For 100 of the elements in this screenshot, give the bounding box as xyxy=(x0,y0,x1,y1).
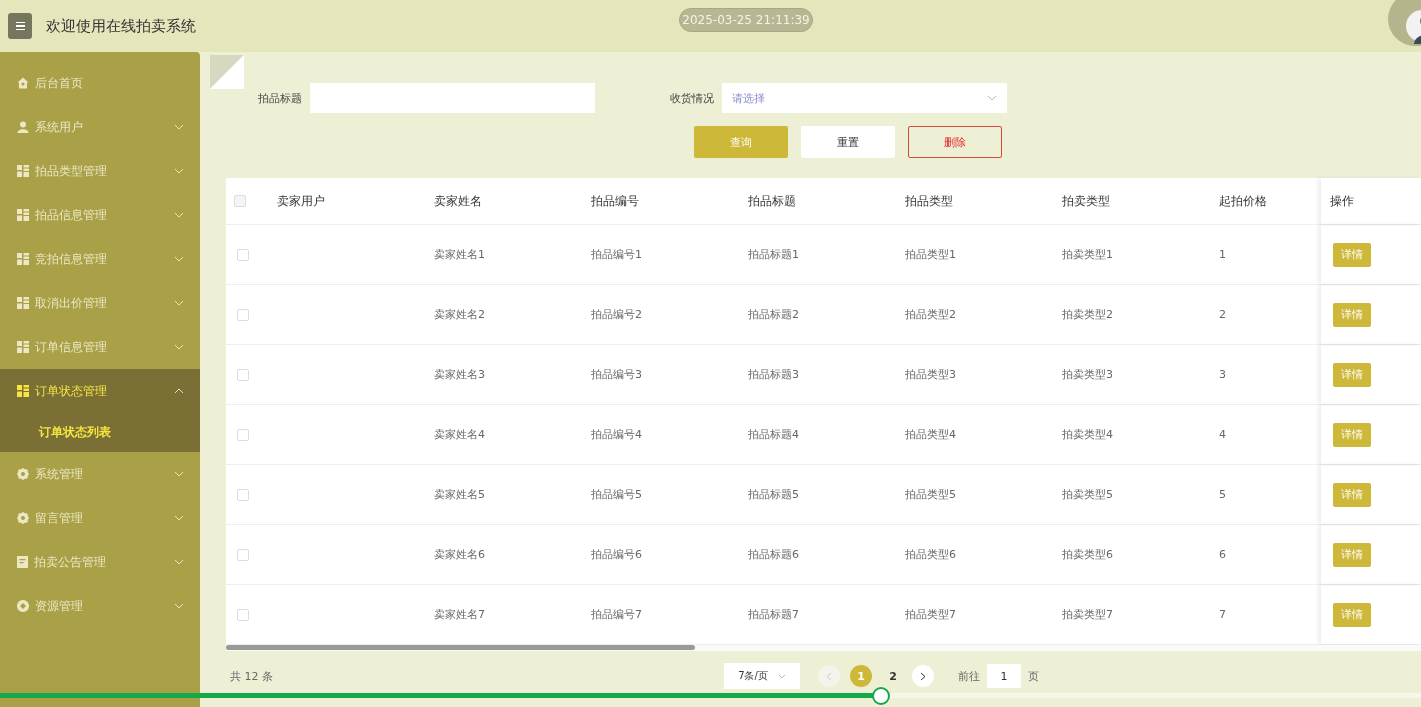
table-cell-text: 拍品标题4 xyxy=(747,427,800,442)
app-title: 欢迎使用在线拍卖系统 xyxy=(46,16,196,36)
row-checkbox[interactable] xyxy=(237,608,249,621)
sidebar-item[interactable]: 留言管理 xyxy=(0,496,200,540)
table-cell-text: 卖家姓名6 xyxy=(433,547,486,562)
detail-button[interactable]: 详情 xyxy=(1333,302,1371,327)
reset-button[interactable]: 重置 xyxy=(801,126,895,158)
table-cell-text: 拍品类型6 xyxy=(904,547,957,562)
chevron-down-icon xyxy=(174,515,184,521)
row-checkbox[interactable] xyxy=(237,248,249,261)
table-cell-text: 拍品标题6 xyxy=(747,547,800,562)
table-cell-text: 拍品编号2 xyxy=(590,307,643,322)
row-checkbox[interactable] xyxy=(237,308,249,321)
chevron-down-icon xyxy=(987,95,997,101)
prev-page-button[interactable] xyxy=(818,665,840,687)
filter-label: 收货情况 xyxy=(670,90,714,106)
page-corner-icon xyxy=(210,55,244,89)
table-cell-text: 5 xyxy=(1218,488,1227,501)
scrollbar-thumb[interactable] xyxy=(226,645,695,650)
table-cell-text: 拍品标题7 xyxy=(747,607,800,622)
detail-button[interactable]: 详情 xyxy=(1333,482,1371,507)
home-icon xyxy=(17,77,29,89)
column-header: 拍卖类型 xyxy=(1061,192,1111,210)
page-input[interactable]: 1 xyxy=(987,664,1021,688)
search-button[interactable]: 查询 xyxy=(694,126,788,158)
detail-button[interactable]: 详情 xyxy=(1333,242,1371,267)
sidebar-item[interactable]: 拍卖公告管理 xyxy=(0,540,200,584)
page-button[interactable]: 2 xyxy=(882,665,904,687)
sidebar-item[interactable]: 拍品信息管理 xyxy=(0,193,200,237)
table-cell-text: 拍品标题1 xyxy=(747,247,800,262)
table-cell-text: 2 xyxy=(1218,308,1227,321)
sidebar-item[interactable]: 订单状态管理 xyxy=(0,369,200,413)
table-cell-text: 卖家姓名3 xyxy=(433,367,486,382)
sidebar-item[interactable]: 订单信息管理 xyxy=(0,325,200,369)
grid-icon xyxy=(17,253,29,265)
total-count: 共 12 条 xyxy=(230,668,274,684)
table-cell-text: 6 xyxy=(1218,548,1227,561)
table-cell-text: 拍品编号4 xyxy=(590,427,643,442)
table-cell-text: 拍品类型4 xyxy=(904,427,957,442)
page-suffix: 页 xyxy=(1028,668,1039,684)
sidebar-item[interactable]: 竞拍信息管理 xyxy=(0,237,200,281)
table-cell-text: 拍品标题3 xyxy=(747,367,800,382)
sidebar-subitem[interactable]: 订单状态列表 xyxy=(0,413,200,452)
row-checkbox[interactable] xyxy=(237,548,249,561)
sidebar-item[interactable]: 资源管理 xyxy=(0,584,200,628)
column-header: 卖家姓名 xyxy=(433,192,483,210)
table-cell-text: 1 xyxy=(1218,248,1227,261)
page-size-select[interactable]: 7条/页 xyxy=(724,663,800,689)
sidebar-item[interactable]: 取消出价管理 xyxy=(0,281,200,325)
detail-button[interactable]: 详情 xyxy=(1333,422,1371,447)
chevron-left-icon xyxy=(826,671,832,681)
chevron-down-icon xyxy=(174,471,184,477)
page-button[interactable]: 1 xyxy=(850,665,872,687)
table-cell-text: 拍品类型2 xyxy=(904,307,957,322)
table-cell-text: 拍品标题2 xyxy=(747,307,800,322)
row-checkbox[interactable] xyxy=(237,368,249,381)
table-cell-text: 拍品编号6 xyxy=(590,547,643,562)
row-checkbox[interactable] xyxy=(237,488,249,501)
select-field[interactable]: 请选择 xyxy=(722,83,1007,113)
select-all-checkbox[interactable] xyxy=(234,195,246,207)
detail-button[interactable]: 详情 xyxy=(1333,542,1371,567)
menu-button[interactable] xyxy=(8,13,32,39)
gear-icon xyxy=(17,468,29,480)
table-cell-text: 拍品类型5 xyxy=(904,487,957,502)
table-cell-text: 拍卖类型6 xyxy=(1061,547,1114,562)
delete-button[interactable]: 删除 xyxy=(908,126,1002,158)
next-page-button[interactable] xyxy=(912,665,934,687)
column-header: 拍品编号 xyxy=(590,192,640,210)
row-checkbox[interactable] xyxy=(237,428,249,441)
chevron-down-icon xyxy=(174,603,184,609)
chevron-right-icon xyxy=(920,671,926,681)
table-cell-text: 拍卖类型5 xyxy=(1061,487,1114,502)
table-cell-text: 拍品类型3 xyxy=(904,367,957,382)
gear-icon xyxy=(17,512,29,524)
table-cell-text: 3 xyxy=(1218,368,1227,381)
grid-icon xyxy=(17,297,29,309)
sidebar-item[interactable]: 系统管理 xyxy=(0,452,200,496)
document-icon xyxy=(17,556,28,568)
table-cell-text: 拍品类型1 xyxy=(904,247,957,262)
table-cell-text: 拍品标题5 xyxy=(747,487,800,502)
detail-button[interactable]: 详情 xyxy=(1333,602,1371,627)
chevron-down-icon xyxy=(174,168,184,174)
datetime-badge: 2025-03-25 21:11:39 xyxy=(679,8,813,32)
progress-handle[interactable] xyxy=(872,687,890,705)
grid-icon xyxy=(17,209,29,221)
sidebar-item[interactable]: 拍品类型管理 xyxy=(0,149,200,193)
chevron-down-icon xyxy=(174,256,184,262)
detail-button[interactable]: 详情 xyxy=(1333,362,1371,387)
grid-icon xyxy=(17,165,29,177)
grid-icon xyxy=(17,385,29,397)
sidebar-item[interactable]: 系统用户 xyxy=(0,105,200,149)
column-header: 拍品类型 xyxy=(904,192,954,210)
table-cell-text: 卖家姓名2 xyxy=(433,307,486,322)
goto-label: 前往 xyxy=(958,668,980,684)
table-cell-text: 拍品编号7 xyxy=(590,607,643,622)
table-cell-text: 拍品编号1 xyxy=(590,247,643,262)
chevron-down-icon xyxy=(174,344,184,350)
input-field[interactable] xyxy=(310,83,595,113)
table-cell-text: 拍卖类型4 xyxy=(1061,427,1114,442)
sidebar-item[interactable]: 后台首页 xyxy=(0,61,200,105)
